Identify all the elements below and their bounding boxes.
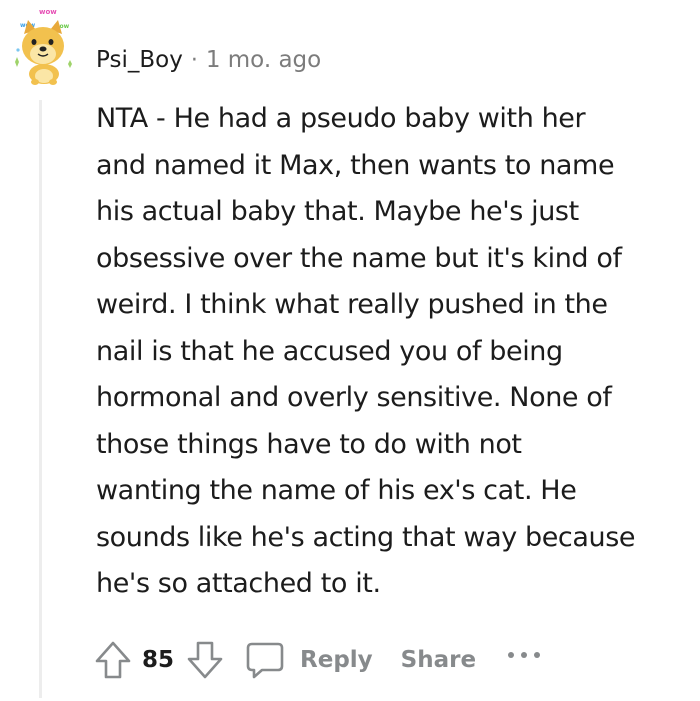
comment-line: those things have to do with not bbox=[96, 428, 522, 460]
author-username[interactable]: Psi_Boy bbox=[96, 47, 183, 73]
avatar[interactable]: wow wow wow bbox=[6, 4, 86, 88]
comment-line: obsessive over the name but it's kind of bbox=[96, 242, 622, 274]
comment-bubble-icon bbox=[246, 642, 284, 679]
comment-actions: 85 Reply Share bbox=[92, 636, 542, 684]
comment-line: wanting the name of his ex's cat. He bbox=[96, 475, 577, 506]
comment-line: and named it Max, then wants to name bbox=[96, 149, 615, 181]
reply-label: Reply bbox=[300, 647, 373, 673]
avatar-wow-text-1: wow bbox=[39, 8, 57, 16]
comment-line: hormonal and overly sensitive. None of bbox=[96, 382, 612, 413]
downvote-arrow-icon bbox=[187, 641, 223, 679]
comment-line: he's so attached to it. bbox=[96, 568, 381, 599]
more-options-icon bbox=[508, 652, 541, 658]
comment-line: weird. I think what really pushed in the bbox=[96, 289, 608, 320]
downvote-button[interactable] bbox=[184, 639, 226, 681]
upvote-button[interactable] bbox=[92, 639, 134, 681]
comment: wow wow wow Psi_Boy · bbox=[0, 0, 700, 701]
reply-button[interactable]: Reply bbox=[244, 640, 373, 680]
comment-line: sounds like he's acting that way because bbox=[96, 521, 636, 553]
share-label: Share bbox=[400, 647, 477, 673]
comment-header: Psi_Boy · 1 mo. ago bbox=[96, 42, 321, 78]
upvote-arrow-icon bbox=[95, 641, 131, 679]
more-options-button[interactable] bbox=[506, 640, 542, 670]
comment-body: NTA - He had a pseudo baby with her and … bbox=[96, 96, 696, 608]
share-button[interactable]: Share bbox=[401, 647, 476, 673]
comment-line: NTA - He had a pseudo baby with her bbox=[96, 103, 586, 134]
vote-score: 85 bbox=[142, 647, 175, 673]
meta-separator: · bbox=[190, 47, 198, 73]
thread-line[interactable] bbox=[39, 100, 42, 698]
comment-line: his actual baby that. Maybe he's just bbox=[96, 196, 579, 227]
comment-timestamp[interactable]: 1 mo. ago bbox=[206, 47, 321, 73]
comment-line: nail is that he accused you of being bbox=[96, 335, 563, 367]
doge-avatar-icon: wow wow wow bbox=[15, 8, 72, 85]
